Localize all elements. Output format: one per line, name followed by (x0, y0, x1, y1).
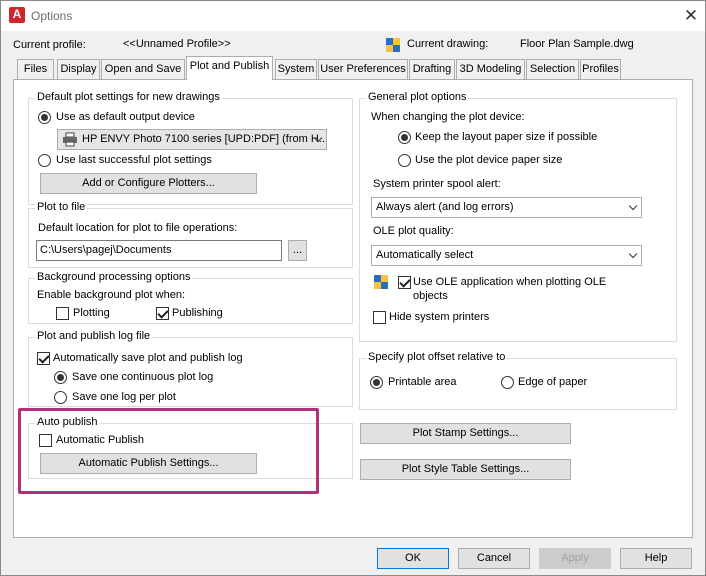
publishing-label: Publishing (172, 307, 223, 319)
tab-profiles[interactable]: Profiles (580, 59, 621, 79)
use-last-settings-label: Use last successful plot settings (56, 154, 212, 166)
plot-offset-group: Specify plot offset relative to Printabl… (359, 351, 677, 410)
plot-offset-title: Specify plot offset relative to (366, 351, 508, 363)
plot-stamp-settings-button[interactable]: Plot Stamp Settings... (360, 423, 571, 444)
drawing-icon (386, 38, 400, 52)
output-device-select[interactable]: HP ENVY Photo 7100 series [UPD:PDF] (fro… (57, 129, 327, 150)
spool-alert-select[interactable]: Always alert (and log errors) (371, 197, 642, 218)
use-device-size-radio[interactable] (398, 154, 411, 167)
ole-quality-label: OLE plot quality: (373, 225, 454, 237)
use-last-settings-radio[interactable] (38, 154, 51, 167)
current-drawing-label: Current drawing: (407, 38, 489, 50)
auto-save-log-label: Automatically save plot and publish log (53, 352, 243, 364)
use-ole-app-checkbox[interactable] (398, 276, 411, 289)
current-profile-value: <<Unnamed Profile>> (123, 38, 231, 50)
apply-button[interactable]: Apply (539, 548, 611, 569)
use-ole-app-label-line2: objects (413, 290, 448, 302)
autocad-app-icon: A (9, 7, 25, 23)
default-plot-title: Default plot settings for new drawings (35, 91, 222, 103)
ole-icon (374, 275, 388, 289)
title-bar: A Options ✕ (1, 1, 705, 31)
plotting-label: Plotting (73, 307, 110, 319)
output-device-value: HP ENVY Photo 7100 series [UPD:PDF] (fro… (82, 133, 327, 145)
tab-drafting[interactable]: Drafting (409, 59, 455, 79)
background-processing-title: Background processing options (35, 271, 193, 283)
ok-button[interactable]: OK (377, 548, 449, 569)
add-configure-plotters-button[interactable]: Add or Configure Plotters... (40, 173, 257, 194)
window-title: Options (31, 9, 73, 23)
plot-to-file-label: Default location for plot to file operat… (38, 222, 238, 234)
options-dialog: A Options ✕ Current profile: <<Unnamed P… (0, 0, 706, 576)
tab-open-and-save[interactable]: Open and Save (101, 59, 185, 79)
ole-quality-value: Automatically select (376, 249, 474, 261)
tab-plot-and-publish[interactable]: Plot and Publish (186, 56, 273, 80)
tab-selection[interactable]: Selection (526, 59, 579, 79)
current-profile-label: Current profile: (13, 39, 86, 51)
log-file-group: Plot and publish log file Automatically … (28, 330, 353, 407)
changing-device-label: When changing the plot device: (371, 111, 525, 123)
printer-icon (63, 132, 77, 147)
chevron-down-icon (628, 249, 638, 259)
spool-alert-label: System printer spool alert: (373, 178, 501, 190)
tab-3d-modeling[interactable]: 3D Modeling (456, 59, 525, 79)
current-drawing-value: Floor Plan Sample.dwg (520, 38, 634, 50)
help-button[interactable]: Help (620, 548, 692, 569)
hide-printers-checkbox[interactable] (373, 311, 386, 324)
auto-publish-highlight (18, 408, 319, 494)
per-plot-log-radio[interactable] (54, 391, 67, 404)
use-ole-app-label-line1: Use OLE application when plotting OLE (413, 276, 607, 288)
log-file-title: Plot and publish log file (35, 330, 153, 342)
general-plot-options-group: General plot options When changing the p… (359, 91, 677, 342)
general-plot-options-title: General plot options (366, 91, 469, 103)
browse-button[interactable]: ... (288, 240, 307, 261)
ole-quality-select[interactable]: Automatically select (371, 245, 642, 266)
plot-to-file-path-input[interactable]: C:\Users\pagej\Documents (36, 240, 282, 261)
auto-save-log-checkbox[interactable] (37, 352, 50, 365)
plot-style-table-settings-button[interactable]: Plot Style Table Settings... (360, 459, 571, 480)
edge-of-paper-label: Edge of paper (518, 376, 588, 388)
plotting-checkbox[interactable] (56, 307, 69, 320)
continuous-log-radio[interactable] (54, 371, 67, 384)
use-device-size-label: Use the plot device paper size (415, 154, 563, 166)
tab-user-preferences[interactable]: User Preferences (318, 59, 408, 79)
tab-files[interactable]: Files (17, 59, 54, 79)
enable-background-label: Enable background plot when: (37, 289, 185, 301)
hide-printers-label: Hide system printers (389, 311, 490, 323)
keep-layout-size-radio[interactable] (398, 131, 411, 144)
per-plot-log-label: Save one log per plot (72, 391, 176, 403)
chevron-down-icon (628, 201, 638, 211)
use-default-device-label: Use as default output device (56, 111, 195, 123)
use-default-device-radio[interactable] (38, 111, 51, 124)
close-icon[interactable]: ✕ (681, 6, 701, 26)
edge-of-paper-radio[interactable] (501, 376, 514, 389)
printable-area-label: Printable area (388, 376, 457, 388)
publishing-checkbox[interactable] (156, 307, 169, 320)
printable-area-radio[interactable] (370, 376, 383, 389)
tab-system[interactable]: System (275, 59, 317, 79)
plot-to-file-title: Plot to file (35, 201, 88, 213)
tab-display[interactable]: Display (57, 59, 100, 79)
continuous-log-label: Save one continuous plot log (72, 371, 214, 383)
keep-layout-size-label: Keep the layout paper size if possible (415, 131, 598, 143)
plot-to-file-group: Plot to file Default location for plot t… (28, 201, 353, 268)
cancel-button[interactable]: Cancel (458, 548, 530, 569)
background-processing-group: Background processing options Enable bac… (28, 271, 353, 324)
spool-alert-value: Always alert (and log errors) (376, 201, 514, 213)
default-plot-group: Default plot settings for new drawings U… (28, 91, 353, 205)
